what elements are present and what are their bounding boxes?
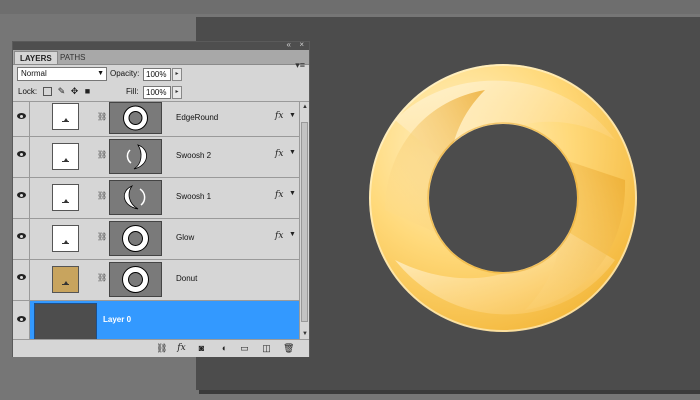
layer-thumbnail (52, 225, 79, 252)
scroll-down-icon[interactable]: ▼ (302, 331, 308, 337)
opacity-label: Opacity: (110, 69, 140, 78)
layer-name: EdgeRound (176, 113, 219, 122)
layers-scrollbar[interactable]: ▲ ▼ (299, 102, 309, 339)
fx-expand-icon[interactable]: ▼ (289, 231, 296, 238)
swoosh-mask-icon (126, 144, 147, 170)
layer-row-donut[interactable]: ⛓ Donut (13, 260, 299, 301)
layer-name: Glow (176, 233, 195, 242)
panel-tabs: LAYERS PATHS ▾≡ (13, 50, 309, 70)
layers-list: ⛓ EdgeRound fx ▼ ⛓ Swoosh 2 fx ▼ ⛓ Swoos… (13, 102, 299, 339)
add-style-icon[interactable]: fx (176, 343, 187, 354)
chain-link-icon[interactable]: ⛓ (97, 150, 107, 159)
ring-mask-icon (122, 266, 149, 293)
fill-label: Fill: (126, 87, 139, 96)
layer-name: Layer 0 (103, 315, 132, 324)
eye-icon[interactable] (17, 274, 26, 280)
new-layer-icon[interactable]: ◫ (261, 343, 272, 354)
layer-row-edgeround[interactable]: ⛓ EdgeRound fx ▼ (13, 102, 299, 137)
layers-panel: « × LAYERS PATHS ▾≡ Normal ▼ Opacity: 10… (12, 40, 310, 357)
eye-icon[interactable] (17, 113, 26, 119)
layer-name: Donut (176, 274, 198, 283)
donut-artwork (369, 64, 637, 332)
vector-mask-thumbnail[interactable] (109, 139, 162, 174)
fill-input[interactable]: 100% (143, 86, 171, 99)
eye-icon[interactable] (17, 316, 26, 322)
collapse-icon[interactable]: « (287, 40, 291, 49)
lock-label: Lock: (18, 87, 38, 96)
layer-thumbnail (34, 303, 97, 339)
vector-mask-thumbnail[interactable] (109, 180, 162, 215)
add-mask-icon[interactable]: ◙ (196, 343, 207, 354)
visibility-cell (13, 301, 30, 339)
layer-thumbnail (52, 143, 79, 170)
eye-icon[interactable] (17, 151, 26, 157)
layer-row-swoosh-1[interactable]: ⛓ Swoosh 1 fx ▼ (13, 178, 299, 219)
adjustment-layer-icon[interactable]: ◐ (219, 343, 230, 354)
lock-brush-icon[interactable]: ✎ (57, 87, 66, 96)
fill-stepper[interactable]: ▸ (172, 86, 182, 99)
layer-thumbnail (52, 103, 79, 130)
top-strip (0, 0, 700, 14)
blend-opacity-row: Normal ▼ Opacity: 100% ▸ (13, 65, 309, 83)
lock-all-icon[interactable]: ■ (83, 87, 92, 96)
opacity-input[interactable]: 100% (143, 68, 171, 81)
eye-icon[interactable] (17, 233, 26, 239)
lock-fill-row: Lock: ✎ ✥ ■ Fill: 100% ▸ (13, 83, 309, 102)
chain-link-icon[interactable]: ⛓ (97, 112, 107, 121)
tab-paths[interactable]: PATHS (55, 51, 90, 64)
chain-link-icon[interactable]: ⛓ (97, 232, 107, 241)
vector-mask-thumbnail[interactable] (109, 102, 162, 134)
layer-name: Swoosh 2 (176, 151, 212, 160)
chain-link-icon[interactable]: ⛓ (97, 191, 107, 200)
vector-mask-thumbnail[interactable] (109, 221, 162, 256)
visibility-cell (13, 260, 30, 300)
lock-transparency-icon[interactable] (43, 87, 52, 96)
fx-expand-icon[interactable]: ▼ (289, 149, 296, 156)
visibility-cell (13, 102, 30, 136)
fx-icon[interactable]: fx (275, 149, 283, 159)
chevron-down-icon: ▼ (97, 70, 104, 77)
thumb-marker (62, 281, 69, 289)
layer-name: Swoosh 1 (176, 192, 212, 201)
thumb-marker (62, 158, 69, 166)
blend-mode-value: Normal (21, 69, 47, 78)
ring-mask-icon (123, 105, 148, 131)
visibility-cell (13, 137, 30, 177)
thumb-marker (62, 240, 69, 248)
eye-icon[interactable] (17, 192, 26, 198)
blend-mode-select[interactable]: Normal ▼ (17, 67, 107, 81)
chain-link-icon[interactable]: ⛓ (97, 273, 107, 282)
tab-layers[interactable]: LAYERS (14, 51, 58, 64)
layer-row-glow[interactable]: ⛓ Glow fx ▼ (13, 219, 299, 260)
swoosh-mask-icon (124, 185, 146, 210)
folder-icon[interactable]: ▭ (239, 343, 250, 354)
fx-icon[interactable]: fx (275, 231, 283, 241)
fx-expand-icon[interactable]: ▼ (289, 112, 296, 119)
layer-row-layer-0[interactable]: Layer 0 (13, 301, 299, 339)
visibility-cell (13, 219, 30, 259)
ring-mask-icon (122, 225, 149, 252)
thumb-marker (62, 118, 69, 126)
visibility-cell (13, 178, 30, 218)
scroll-thumb[interactable] (301, 122, 308, 322)
fx-expand-icon[interactable]: ▼ (289, 190, 296, 197)
link-layers-icon[interactable]: ⛓ (156, 343, 167, 354)
thumb-marker (62, 199, 69, 207)
close-icon[interactable]: × (299, 40, 304, 49)
fx-icon[interactable]: fx (275, 190, 283, 200)
layer-thumbnail (52, 184, 79, 211)
opacity-stepper[interactable]: ▸ (172, 68, 182, 81)
fx-icon[interactable]: fx (275, 111, 283, 121)
layer-thumbnail (52, 266, 79, 293)
lock-move-icon[interactable]: ✥ (70, 87, 79, 96)
panel-titlebar[interactable]: « × (13, 40, 309, 50)
panel-bottom-toolbar: ⛓ fx ◙ ◐ ▭ ◫ 🗑 (13, 339, 309, 357)
scroll-up-icon[interactable]: ▲ (302, 104, 308, 110)
vector-mask-thumbnail[interactable] (109, 262, 162, 297)
layer-row-swoosh-2[interactable]: ⛓ Swoosh 2 fx ▼ (13, 137, 299, 178)
trash-icon[interactable]: 🗑 (283, 343, 294, 354)
